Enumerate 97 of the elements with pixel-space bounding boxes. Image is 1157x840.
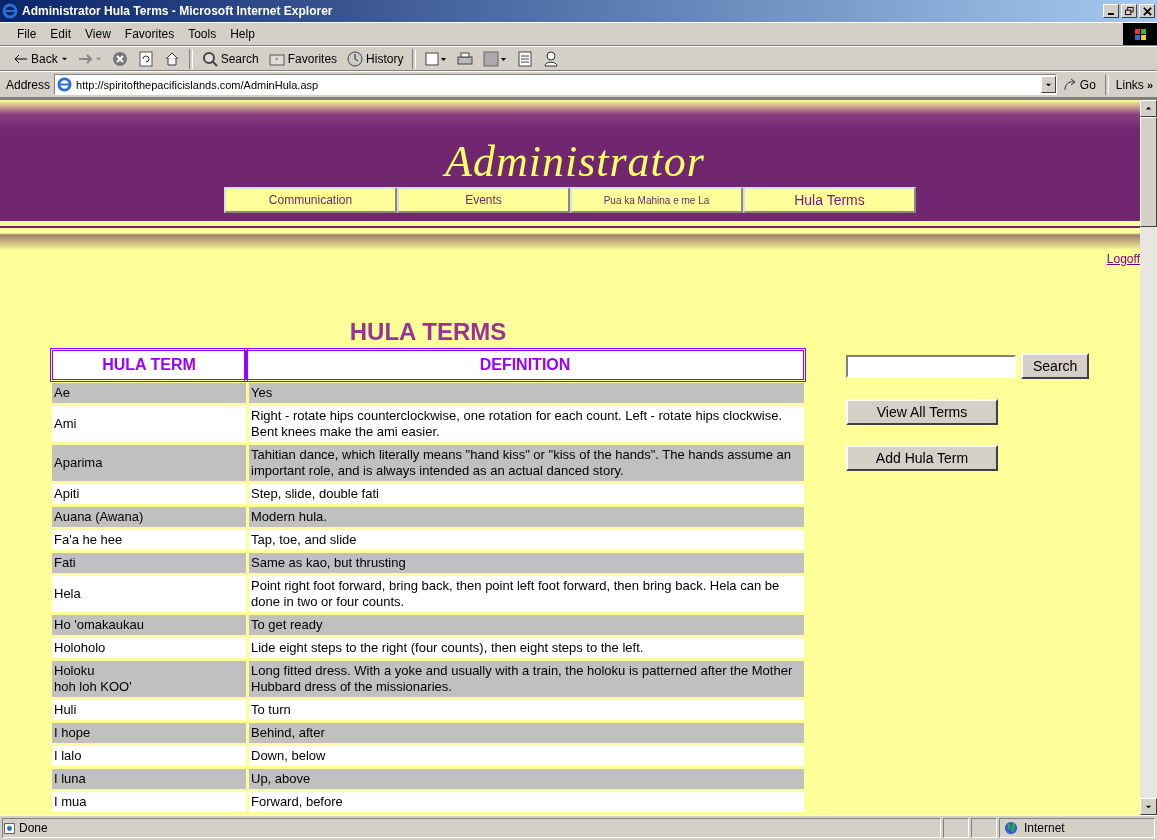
definition-cell: Same as kao, but thrusting [246,553,804,573]
definition-cell: Long fitted dress. With a yoke and usually with a train, the holoku is patterned after the Mother Hubbard dress of the missionaries. [246,661,804,697]
search-button[interactable]: Search [197,47,263,70]
close-icon [1142,6,1152,16]
scroll-down-button[interactable] [1140,798,1157,815]
term-cell: I mua [52,792,246,812]
scrollbar[interactable] [1140,100,1157,815]
browser-icon [2,3,18,19]
back-arrow-icon [14,53,28,64]
definition-cell: To get ready [246,615,804,635]
section-title: HULA TERMS [348,318,508,346]
search-icon [201,50,218,67]
definition-cell: Lide eight steps to the right (four counts), then eight steps to the left. [246,638,804,658]
definition-cell: Point right foot forward, bring back, then point left foot forward, then bring back. Hela can be done in two or four counts. [246,576,804,612]
minimize-button[interactable] [1103,4,1119,18]
history-button[interactable]: History [343,47,408,70]
term-cell: I luna [52,769,246,789]
go-button[interactable]: Go [1056,73,1102,96]
term-cell: I hope [52,723,246,743]
term-cell: Ae [52,383,246,403]
term-cell: Auana (Awana) [52,507,246,527]
menu-item[interactable]: Help [223,27,262,41]
caret-icon [1145,803,1152,810]
security-zone: Internet [999,818,1155,838]
definition-cell: Behind, after [246,723,804,743]
search-field[interactable] [846,354,1016,378]
nav-tab[interactable]: Events [397,187,570,213]
definition-cell: Tap, toe, and slide [246,530,804,550]
term-cell: Fati [52,553,246,573]
favorites-button[interactable]: Favorites [264,47,342,70]
stop-icon [111,50,128,67]
definition-cell: Step, slide, double fati [246,484,804,504]
nav-tab[interactable]: Communication [224,187,397,213]
status-panel [943,818,969,838]
definition-cell: Yes [246,383,804,403]
column-header: DEFINITION [246,350,804,380]
back-button[interactable]: Back [10,47,72,70]
term-cell: Ho 'omakaukau [52,615,246,635]
home-icon [163,50,180,67]
caret-icon [1044,81,1052,88]
window-title: Administrator Hula Terms - Microsoft Internet Explorer [22,4,333,18]
term-cell: Fa'a he hee [52,530,246,550]
square-caret-icon [483,50,508,67]
menu-item[interactable]: File [10,27,44,41]
action-button[interactable]: View All Terms [846,399,998,425]
document-icon [517,50,534,67]
definition-cell: Up, above [246,769,804,789]
scroll-up-button[interactable] [1140,100,1157,117]
address-field[interactable]: http://spiritofthepacificislands.com/AdminHula.asp [54,74,1057,95]
logoff-link[interactable]: Logoff [1106,252,1140,266]
term-cell: I lalo [52,746,246,766]
caret-up-icon [1145,105,1152,112]
refresh-icon [137,50,154,67]
address-label: Address [6,77,52,92]
curved-arrow-icon [1062,77,1077,92]
definition-cell: Right - rotate hips counterclockwise, one rotation for each count. Left - rotate hips clockwise. Bent knees make the ami easier. [246,406,804,442]
caret-icon [94,55,102,62]
close-button[interactable] [1139,4,1155,18]
browser-icon [57,77,73,92]
definition-cell: Modern hula. [246,507,804,527]
definition-cell: Tahitian dance, which literally means "hand kiss" or "kiss of the hands". The hands assume an important role, and is always intended as an actual danced story. [246,445,804,481]
restore-button[interactable] [1121,4,1137,18]
menu-item[interactable]: Tools [181,27,224,41]
term-cell: Apiti [52,484,246,504]
restore-icon [1124,6,1134,16]
printer-icon [457,50,474,67]
term-cell: Hela [52,576,246,612]
status-text: Done [19,821,48,835]
page-caret-icon [425,50,448,67]
action-button[interactable]: Add Hula Term [846,445,998,471]
menu-item[interactable]: View [78,27,118,41]
column-header: HULA TERM [52,350,246,380]
term-cell: Holoholo [52,638,246,658]
nav-tab[interactable]: Hula Terms [743,187,916,213]
menu-item[interactable]: Edit [43,27,79,41]
nav-tab[interactable]: Pua ka Mahina e me La [570,187,743,213]
person-icon [543,50,560,67]
globe-icon [1004,821,1018,835]
search-button[interactable]: Search [1021,353,1090,379]
windows-logo-icon [1123,23,1157,45]
term-cell: Holoku hoh loh KOO' [52,661,246,697]
links-button[interactable]: Links » [1111,73,1157,96]
term-cell: Ami [52,406,246,442]
forward-arrow-icon [77,53,92,64]
menu-item[interactable]: Favorites [117,27,182,41]
minimize-icon [1108,13,1114,15]
caret-icon [60,55,68,62]
scroll-thumb[interactable] [1140,117,1157,227]
page-icon [3,821,16,835]
term-cell: Huli [52,700,246,720]
status-panel [971,818,997,838]
clock-icon [347,50,364,67]
term-cell: Aparima [52,445,246,481]
definition-cell: Forward, before [246,792,804,812]
dropdown-button[interactable] [1040,76,1056,93]
definition-cell: Down, below [246,746,804,766]
definition-cell: To turn [246,700,804,720]
